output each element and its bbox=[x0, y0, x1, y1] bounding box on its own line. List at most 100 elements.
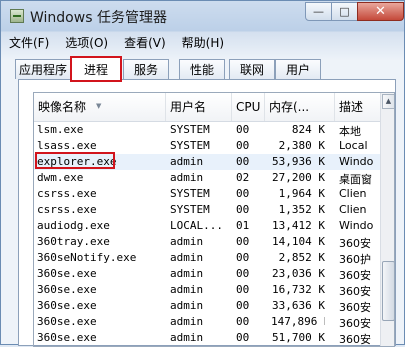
column-cpu[interactable]: CPU bbox=[232, 93, 265, 121]
process-description: Local bbox=[339, 139, 368, 152]
process-user: admin bbox=[170, 283, 204, 296]
process-memory: 14,104 K bbox=[272, 235, 325, 248]
tab-users[interactable]: 用户 bbox=[275, 59, 321, 79]
process-cpu: 00 bbox=[236, 123, 250, 136]
process-cpu: 00 bbox=[236, 299, 250, 312]
tab-performance[interactable]: 性能 bbox=[179, 59, 225, 79]
process-cpu: 00 bbox=[236, 187, 250, 200]
process-description: Clien bbox=[339, 187, 367, 200]
process-description: 360安 bbox=[339, 301, 371, 314]
process-name: audiodg.exe bbox=[37, 219, 110, 232]
process-memory: 147,896 K bbox=[271, 315, 325, 328]
process-row[interactable]: audiodg.exe LOCAL... 01 13,412 K Windo bbox=[34, 218, 380, 234]
process-cpu: 00 bbox=[236, 139, 250, 152]
process-list[interactable]: ▼ 映像名称 用户名 CPU 内存(... 描述 lsm.exe SYSTEM 00… bbox=[33, 92, 395, 347]
column-description[interactable]: 描述 bbox=[335, 93, 380, 121]
tab-processes[interactable]: 进程 bbox=[70, 56, 122, 82]
process-cpu: 00 bbox=[236, 235, 250, 248]
process-memory: 51,700 K bbox=[272, 331, 325, 344]
process-cpu: 00 bbox=[236, 331, 250, 344]
menu-help[interactable]: 帮助(H) bbox=[182, 34, 224, 51]
vertical-scrollbar[interactable]: ▲ bbox=[380, 93, 394, 346]
process-user: admin bbox=[170, 251, 204, 264]
title-bar[interactable]: Windows 任务管理器 — □ ✕ bbox=[1, 1, 404, 32]
process-user: SYSTEM bbox=[170, 123, 210, 136]
process-row[interactable]: csrss.exe SYSTEM 00 1,352 K Clien bbox=[34, 202, 380, 218]
process-row[interactable]: 360se.exe admin 00 33,636 K 360安 bbox=[34, 298, 380, 314]
process-cpu: 00 bbox=[236, 315, 250, 328]
close-button[interactable]: ✕ bbox=[357, 2, 404, 21]
minimize-button[interactable]: — bbox=[305, 2, 332, 21]
process-user: LOCAL... bbox=[170, 219, 223, 232]
process-memory: 27,200 K bbox=[272, 171, 325, 184]
process-memory: 53,936 K bbox=[272, 155, 325, 168]
process-row[interactable]: csrss.exe SYSTEM 00 1,964 K Clien bbox=[34, 186, 380, 202]
tab-services[interactable]: 服务 bbox=[123, 59, 169, 79]
highlight-callout bbox=[35, 152, 115, 169]
process-memory: 33,636 K bbox=[272, 299, 325, 312]
column-image-name[interactable]: ▼ 映像名称 bbox=[34, 93, 166, 121]
menu-file[interactable]: 文件(F) bbox=[9, 34, 49, 51]
process-row[interactable]: 360seNotify.exe admin 00 2,852 K 360护 bbox=[34, 250, 380, 266]
column-user-name[interactable]: 用户名 bbox=[166, 93, 232, 121]
process-name: 360se.exe bbox=[37, 299, 97, 312]
process-memory: 23,036 K bbox=[272, 267, 325, 280]
process-description: 桌面窗 bbox=[339, 173, 372, 186]
process-row[interactable]: 360tray.exe admin 00 14,104 K 360安 bbox=[34, 234, 380, 250]
process-cpu: 00 bbox=[236, 251, 250, 264]
process-row[interactable]: dwm.exe admin 02 27,200 K 桌面窗 bbox=[34, 170, 380, 186]
process-name: 360se.exe bbox=[37, 315, 97, 328]
process-row[interactable]: 360se.exe admin 00 16,732 K 360安 bbox=[34, 282, 380, 298]
process-name: 360seNotify.exe bbox=[37, 251, 137, 264]
process-name: csrss.exe bbox=[37, 203, 97, 216]
tab-networking[interactable]: 联网 bbox=[229, 59, 275, 79]
process-description: Windo bbox=[339, 155, 374, 168]
process-rows: lsm.exe SYSTEM 00 824 K 本地 lsass.exe SYSTEM 00 2… bbox=[34, 122, 380, 346]
process-row[interactable]: 360se.exe admin 00 23,036 K 360安 bbox=[34, 266, 380, 282]
process-row[interactable]: explorer.exe admin 00 53,936 K Windo bbox=[34, 152, 380, 170]
tab-applications[interactable]: 应用程序 bbox=[15, 59, 71, 79]
maximize-button[interactable]: □ bbox=[331, 2, 358, 21]
process-user: SYSTEM bbox=[170, 203, 210, 216]
process-memory: 13,412 K bbox=[272, 219, 325, 232]
process-memory: 824 K bbox=[291, 123, 325, 136]
process-description: 360安 bbox=[339, 317, 371, 330]
process-name: 360tray.exe bbox=[37, 235, 110, 248]
process-cpu: 02 bbox=[236, 171, 250, 184]
process-description: 360护 bbox=[339, 253, 371, 266]
process-cpu: 00 bbox=[236, 155, 250, 168]
process-user: admin bbox=[170, 315, 204, 328]
process-description: 360安 bbox=[339, 269, 371, 282]
process-name: lsm.exe bbox=[37, 123, 84, 136]
process-memory: 1,352 K bbox=[278, 203, 325, 216]
process-description: Windo bbox=[339, 219, 374, 232]
process-memory: 2,380 K bbox=[278, 139, 325, 152]
process-list-header: ▼ 映像名称 用户名 CPU 内存(... 描述 bbox=[34, 93, 380, 122]
process-row[interactable]: lsm.exe SYSTEM 00 824 K 本地 bbox=[34, 122, 380, 138]
process-user: SYSTEM bbox=[170, 139, 210, 152]
process-description: 360安 bbox=[339, 237, 371, 250]
process-user: admin bbox=[170, 171, 204, 184]
scrollbar-thumb[interactable] bbox=[382, 261, 394, 321]
process-user: SYSTEM bbox=[170, 187, 210, 200]
process-user: admin bbox=[170, 331, 204, 344]
process-memory: 2,852 K bbox=[278, 251, 325, 264]
process-description: Clien bbox=[339, 203, 367, 216]
process-name: dwm.exe bbox=[37, 171, 84, 184]
process-user: admin bbox=[170, 299, 204, 312]
process-memory: 16,732 K bbox=[272, 283, 325, 296]
scroll-up-icon[interactable]: ▲ bbox=[382, 94, 394, 109]
task-manager-window: Windows 任务管理器 — □ ✕ 文件(F) 选项(O) 查看(V) 帮助… bbox=[0, 0, 405, 347]
process-row[interactable]: 360se.exe admin 00 51,700 K 360安 bbox=[34, 330, 380, 346]
process-cpu: 00 bbox=[236, 283, 250, 296]
process-name: 360se.exe bbox=[37, 331, 97, 344]
menu-view[interactable]: 查看(V) bbox=[124, 34, 166, 51]
window-title: Windows 任务管理器 bbox=[30, 10, 167, 26]
column-memory[interactable]: 内存(... bbox=[265, 93, 335, 121]
menu-options[interactable]: 选项(O) bbox=[65, 34, 108, 51]
process-cpu: 00 bbox=[236, 267, 250, 280]
process-memory: 1,964 K bbox=[278, 187, 325, 200]
process-name: 360se.exe bbox=[37, 283, 97, 296]
process-cpu: 01 bbox=[236, 219, 250, 232]
process-row[interactable]: 360se.exe admin 00 147,896 K 360安 bbox=[34, 314, 380, 330]
